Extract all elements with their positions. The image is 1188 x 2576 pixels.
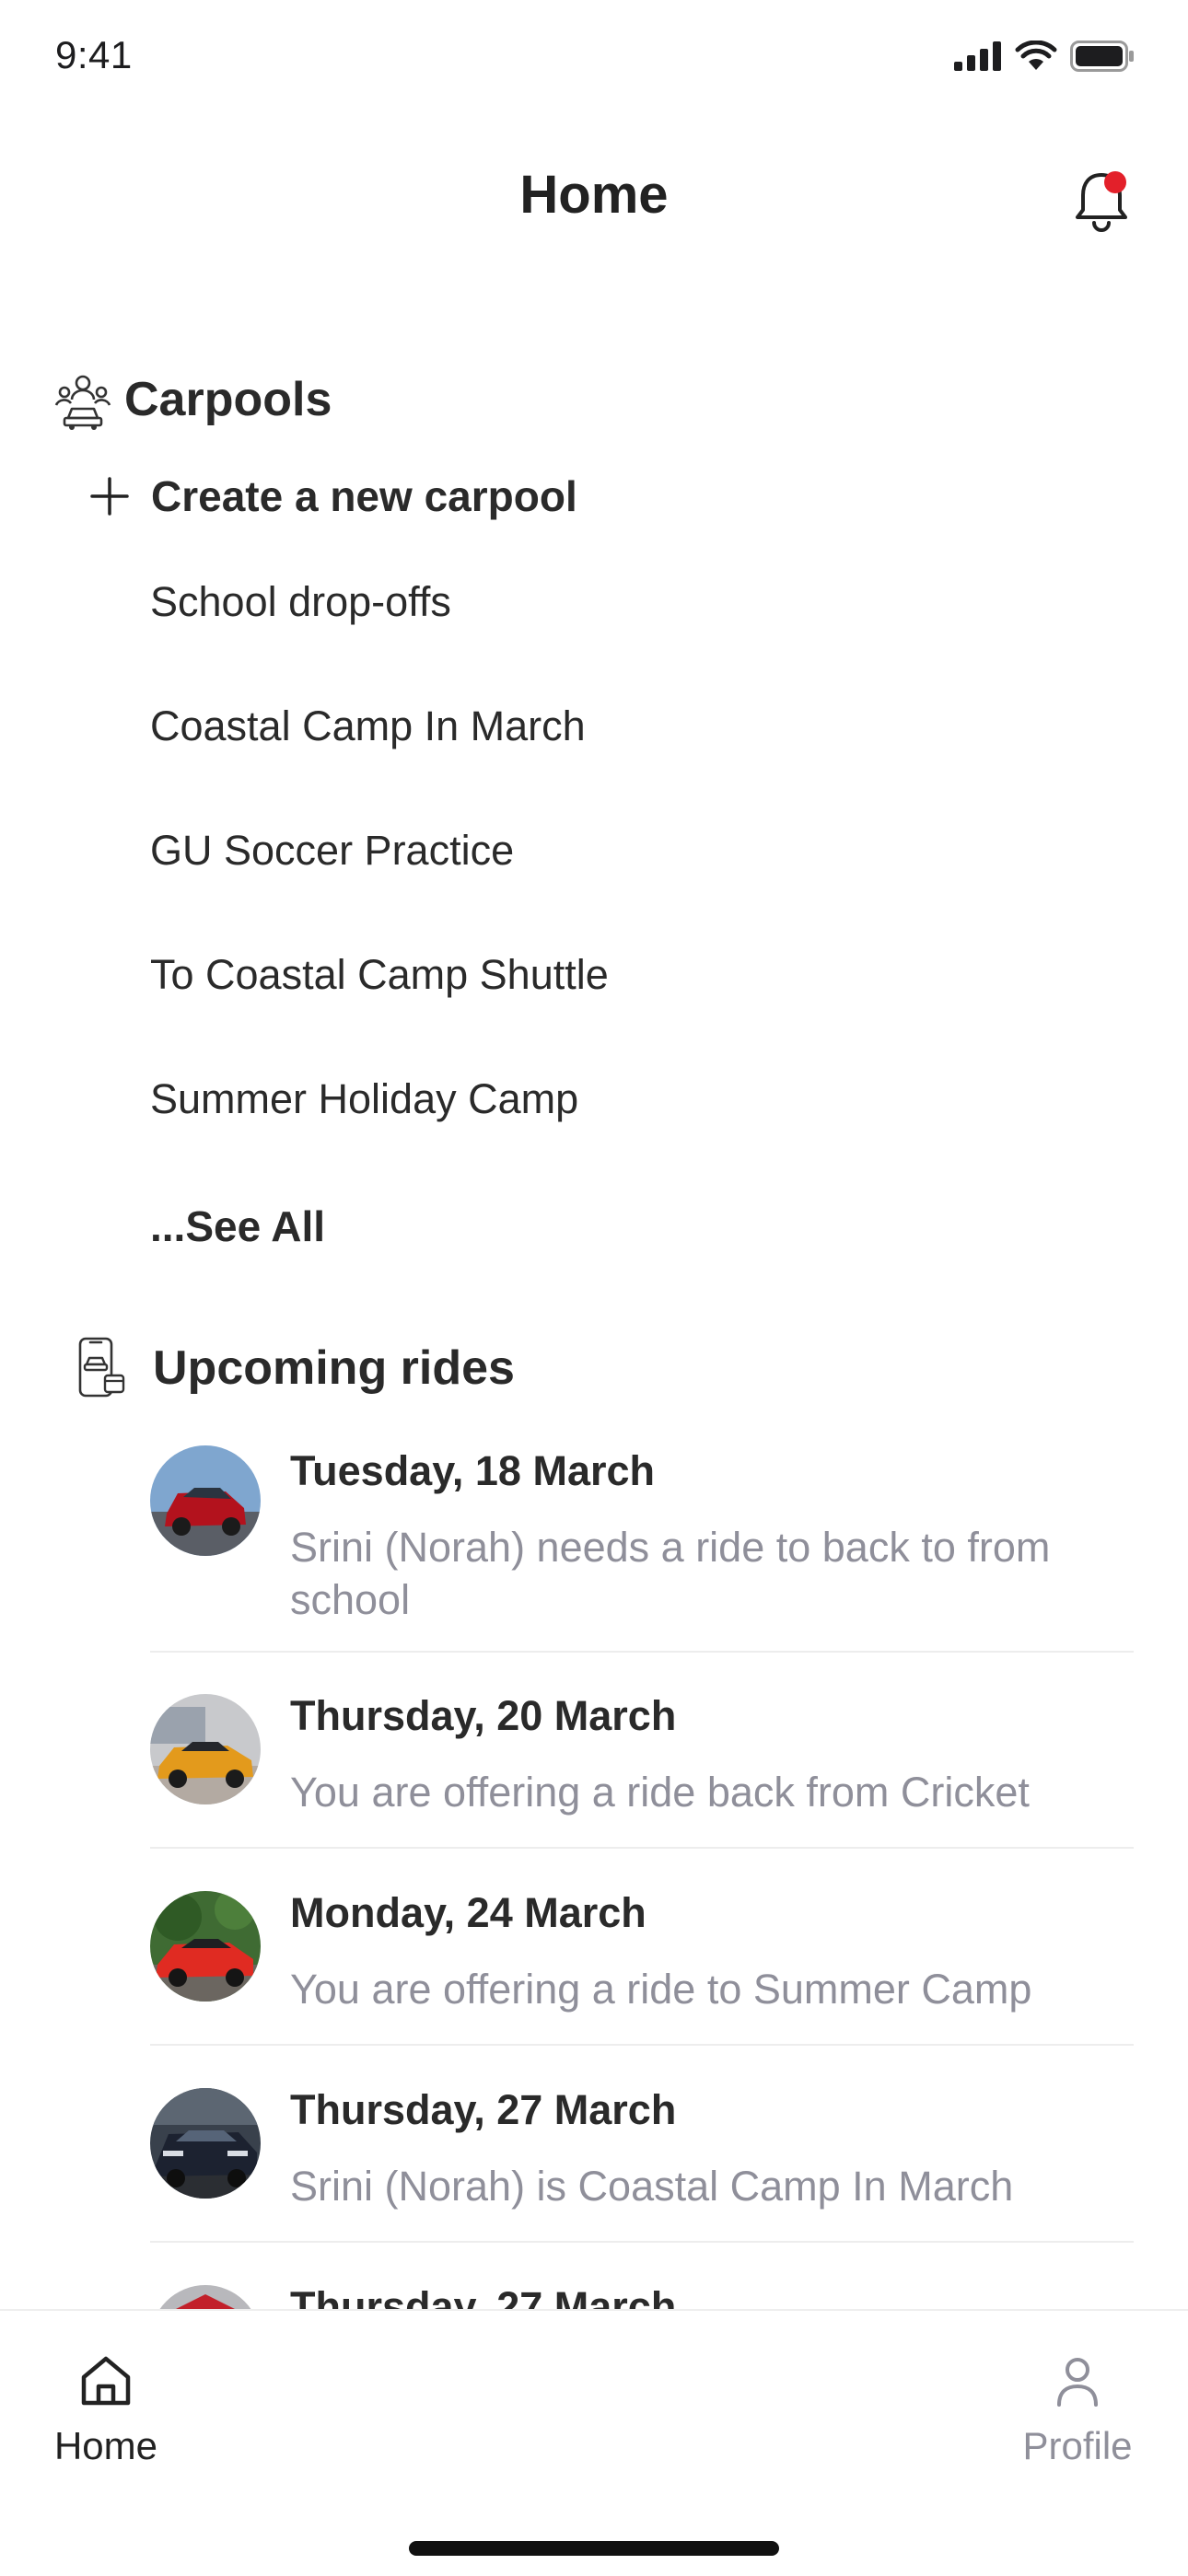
nav-home-tab[interactable]: Home xyxy=(46,2351,166,2468)
ride-avatar xyxy=(150,2088,261,2199)
ride-avatar xyxy=(150,1891,261,2002)
battery-icon xyxy=(1070,41,1134,72)
nav-profile-tab[interactable]: Profile xyxy=(1013,2351,1142,2468)
ride-description: Srini (Norah) needs a ride to back to fr… xyxy=(290,1524,1051,1623)
notification-dot xyxy=(1104,171,1126,193)
ride-avatar xyxy=(150,1445,261,1556)
page-title: Home xyxy=(519,165,669,225)
bottom-nav: Home Profile xyxy=(0,2309,1188,2576)
carpool-item[interactable]: To Coastal Camp Shuttle xyxy=(150,951,609,999)
bell-icon xyxy=(1076,171,1127,232)
ride-item[interactable]: Thursday, 27 March Srini (Norah) is Coas… xyxy=(150,2086,1134,2245)
create-carpool-button[interactable]: Create a new carpool xyxy=(88,471,577,521)
see-all-carpools-link[interactable]: ...See All xyxy=(150,1201,325,1251)
ride-divider xyxy=(150,1651,1134,1653)
cellular-signal-icon xyxy=(954,41,1001,71)
carpool-item[interactable]: School drop-offs xyxy=(150,578,451,626)
carpool-item[interactable]: GU Soccer Practice xyxy=(150,827,514,875)
status-time: 9:41 xyxy=(55,33,133,76)
ride-description: Srini (Norah) is Coastal Camp In March xyxy=(290,2163,1014,2210)
notifications-button[interactable] xyxy=(1066,166,1136,236)
ride-description: You are offering a ride back from Cricke… xyxy=(290,1769,1030,1816)
home-icon xyxy=(81,2356,131,2406)
carpools-section-title: Carpools xyxy=(124,373,332,426)
upcoming-rides-title: Upcoming rides xyxy=(153,1341,515,1395)
home-indicator xyxy=(409,2541,779,2556)
wifi-icon xyxy=(1015,41,1057,70)
ride-avatar xyxy=(150,1694,261,1804)
ride-date: Thursday, 27 March xyxy=(290,2086,677,2133)
ride-date: Monday, 24 March xyxy=(290,1889,646,1936)
ride-item[interactable]: Tuesday, 18 March Srini (Norah) needs a … xyxy=(150,1444,1134,1654)
ride-divider xyxy=(150,1847,1134,1849)
ride-divider xyxy=(150,2044,1134,2046)
ride-date: Tuesday, 18 March xyxy=(290,1447,655,1494)
carpool-item[interactable]: Summer Holiday Camp xyxy=(150,1075,578,1123)
person-icon xyxy=(1057,2358,1098,2407)
phone-car-calendar-icon xyxy=(77,1337,129,1398)
plus-icon xyxy=(90,477,129,516)
nav-profile-label: Profile xyxy=(1022,2424,1133,2467)
carpool-item[interactable]: Coastal Camp In March xyxy=(150,702,586,750)
ride-item[interactable]: Thursday, 20 March You are offering a ri… xyxy=(150,1692,1134,1851)
nav-home-label: Home xyxy=(53,2424,158,2467)
ride-description: You are offering a ride to Summer Camp xyxy=(290,1966,1032,2013)
ride-date: Thursday, 20 March xyxy=(290,1692,677,1739)
ride-item[interactable]: Monday, 24 March You are offering a ride… xyxy=(150,1889,1134,2048)
carpool-group-icon xyxy=(53,372,112,431)
status-icons xyxy=(954,41,1135,72)
create-carpool-label: Create a new carpool xyxy=(151,472,577,520)
ride-divider xyxy=(150,2241,1134,2243)
